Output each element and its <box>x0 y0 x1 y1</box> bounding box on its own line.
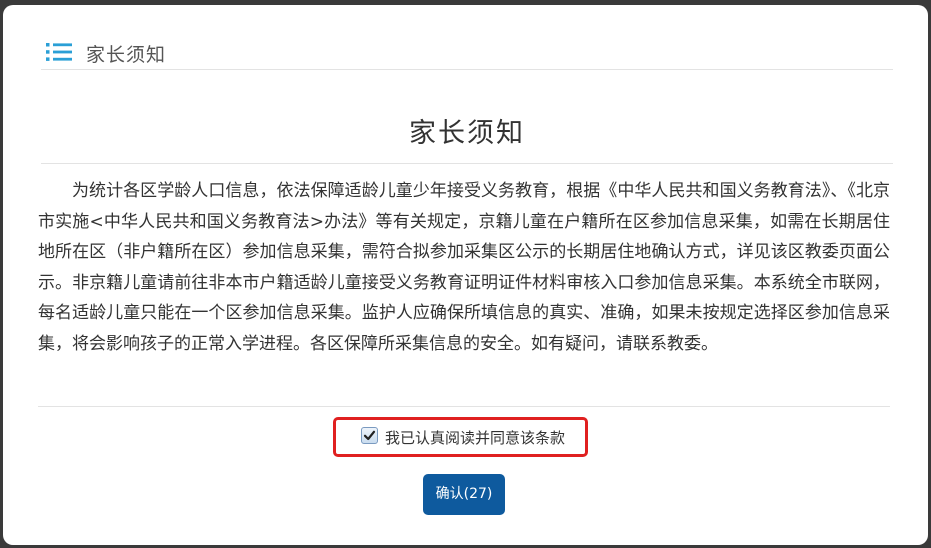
confirm-button[interactable]: 确认(27) <box>423 474 505 515</box>
modal-header: 家长须知 <box>41 33 893 70</box>
agree-checkbox[interactable] <box>361 427 378 444</box>
notice-title: 家长须知 <box>409 118 525 149</box>
divider <box>41 163 893 164</box>
divider <box>38 406 890 407</box>
checkmark-icon <box>363 430 376 441</box>
modal-title: 家长须知 <box>86 44 167 66</box>
list-icon <box>46 42 72 62</box>
agree-label[interactable]: 我已认真阅读并同意该条款 <box>385 427 565 448</box>
notice-body: 为统计各区学龄人口信息，依法保障适龄儿童少年接受义务教育，根据《中华人民共和国义… <box>38 181 890 354</box>
